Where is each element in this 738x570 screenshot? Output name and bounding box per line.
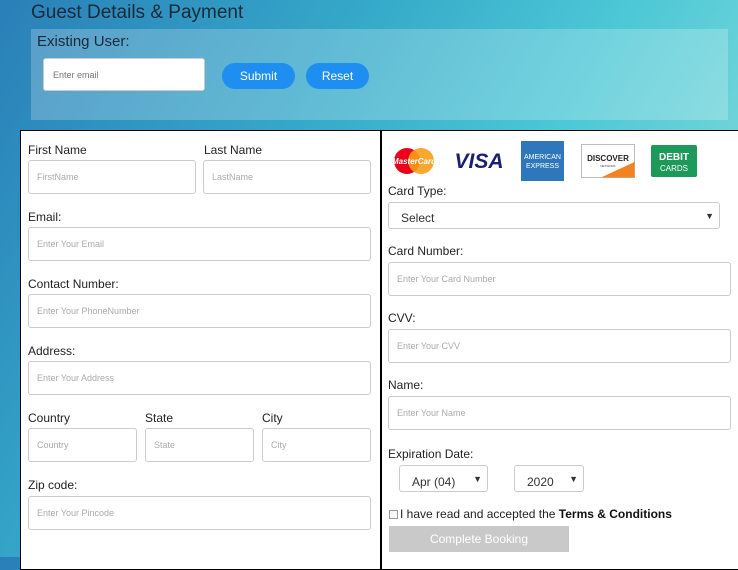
expiration-date-label: Expiration Date: [388, 447, 474, 461]
amex-icon: AMERICAN EXPRESS [520, 141, 564, 181]
svg-text:DISCOVER: DISCOVER [587, 154, 629, 163]
card-type-value: Select [401, 211, 435, 225]
expiration-month-value: Apr (04) [412, 475, 456, 489]
terms-prefix: I have read and accepted the [400, 507, 559, 521]
svg-text:EXPRESS: EXPRESS [525, 163, 558, 170]
svg-text:CARDS: CARDS [660, 164, 688, 173]
card-number-label: Card Number: [388, 244, 464, 258]
city-label: City [262, 411, 283, 425]
svg-text:DEBIT: DEBIT [659, 152, 689, 163]
discover-icon: DISCOVER NETWORK [581, 142, 635, 180]
terms-checkbox[interactable] [389, 510, 398, 519]
contact-number-input[interactable] [28, 294, 371, 328]
svg-text:AMERICAN: AMERICAN [524, 154, 561, 161]
chevron-down-icon: ▼ [569, 474, 578, 484]
state-input[interactable] [145, 428, 254, 462]
state-label: State [145, 411, 174, 425]
cvv-label: CVV: [388, 311, 416, 325]
existing-email-input[interactable] [43, 58, 205, 91]
reset-button[interactable]: Reset [306, 63, 369, 89]
mastercard-icon: MasterCard [389, 142, 439, 180]
debit-card-icon: DEBIT CARDS [651, 142, 697, 180]
card-type-label: Card Type: [388, 184, 447, 198]
expiration-month-select[interactable]: Apr (04) ▼ [399, 465, 488, 492]
name-input[interactable] [388, 396, 731, 430]
email-input[interactable] [28, 227, 371, 261]
complete-booking-button[interactable]: Complete Booking [389, 526, 569, 552]
country-label: Country [28, 411, 71, 425]
terms-link[interactable]: Terms & Conditions [559, 507, 672, 521]
zip-code-input[interactable] [28, 496, 371, 530]
svg-text:MasterCard: MasterCard [392, 157, 437, 166]
country-input[interactable] [28, 428, 137, 462]
expiration-year-value: 2020 [527, 475, 554, 489]
first-name-input[interactable] [28, 160, 196, 194]
existing-user-section: Existing User: Submit Reset [31, 29, 728, 120]
visa-icon: VISA [451, 142, 507, 180]
cvv-input[interactable] [388, 329, 731, 363]
city-input[interactable] [262, 428, 371, 462]
existing-user-label: Existing User: [37, 33, 130, 50]
last-name-label: Last Name [204, 143, 263, 157]
zip-code-label: Zip code: [28, 478, 78, 492]
first-name-label: First Name [28, 143, 87, 157]
submit-button[interactable]: Submit [222, 63, 295, 89]
email-label: Email: [28, 210, 62, 224]
name-label: Name: [388, 378, 424, 392]
page-title: Guest Details & Payment [31, 2, 244, 23]
svg-text:VISA: VISA [454, 150, 503, 173]
chevron-down-icon: ▼ [705, 211, 714, 221]
card-type-select[interactable]: Select ▼ [388, 202, 720, 229]
expiration-year-select[interactable]: 2020 ▼ [514, 465, 584, 492]
chevron-down-icon: ▼ [473, 474, 482, 484]
contact-number-label: Contact Number: [28, 277, 119, 291]
svg-text:NETWORK: NETWORK [600, 164, 615, 168]
terms-text: I have read and accepted the Terms & Con… [400, 507, 672, 521]
address-input[interactable] [28, 361, 371, 395]
card-number-input[interactable] [388, 262, 731, 296]
address-label: Address: [28, 344, 76, 358]
last-name-input[interactable] [203, 160, 371, 194]
